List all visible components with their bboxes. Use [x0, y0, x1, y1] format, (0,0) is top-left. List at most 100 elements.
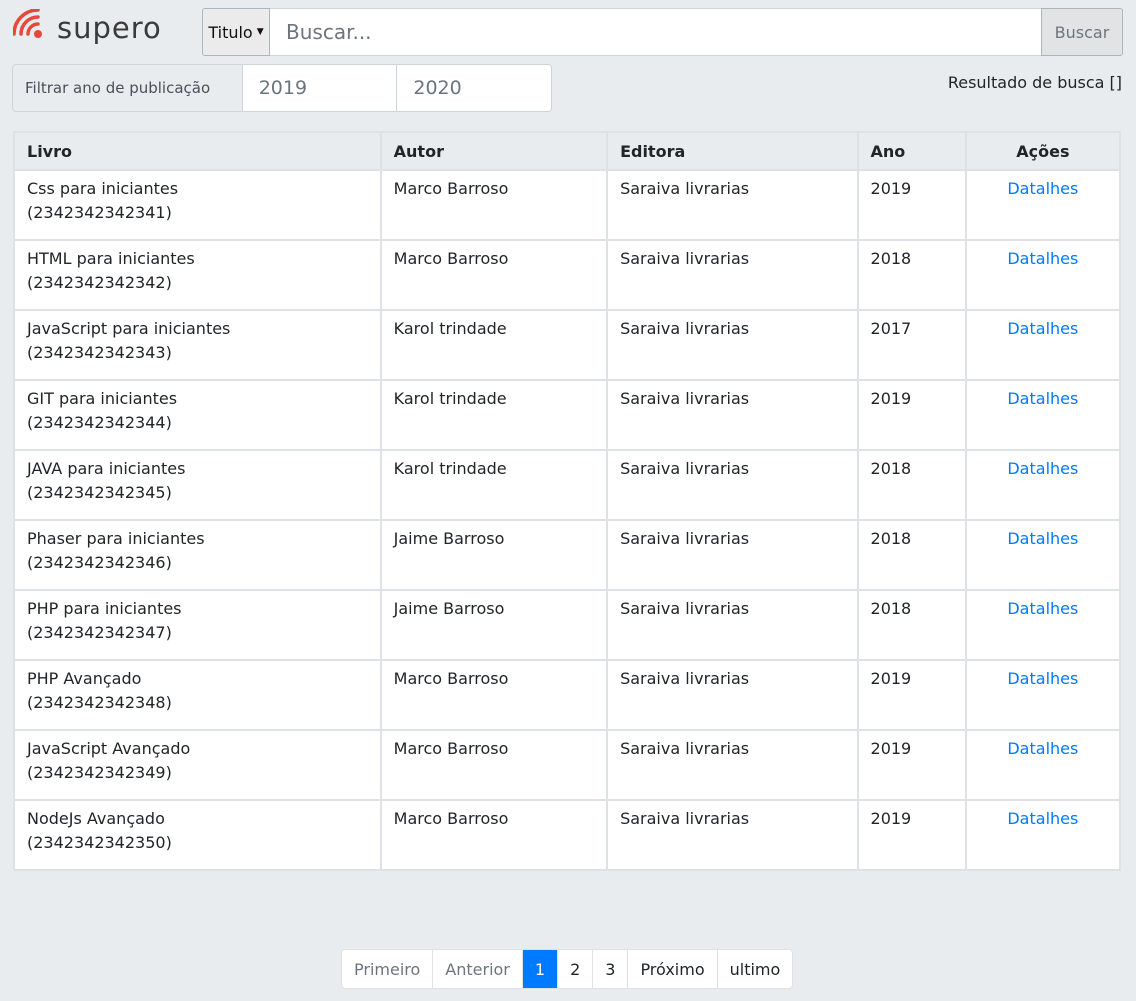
publisher-cell: Saraiva livrarias: [608, 381, 857, 449]
table-row: HTML para iniciantes (2342342342342) Marco…: [15, 241, 1119, 309]
details-link[interactable]: Datalhes: [1007, 809, 1078, 828]
caret-down-icon: ▼: [256, 27, 264, 37]
page-1[interactable]: 1: [521, 950, 558, 988]
book-cell: GIT para iniciantes (2342342342344): [15, 381, 380, 449]
page-previous[interactable]: Anterior: [432, 950, 522, 988]
actions-cell: Datalhes: [966, 381, 1119, 449]
page-last[interactable]: ultimo: [716, 950, 793, 988]
year-cell: 2019: [858, 661, 965, 729]
author-cell: Marco Barroso: [381, 801, 607, 869]
author-cell: Karol trindade: [381, 381, 607, 449]
year-filter-label: Filtrar ano de publicação: [13, 65, 243, 111]
year-cell: 2018: [858, 591, 965, 659]
book-isbn: (2342342342345): [27, 483, 172, 502]
actions-cell: Datalhes: [966, 171, 1119, 239]
book-isbn: (2342342342346): [27, 553, 172, 572]
details-link[interactable]: Datalhes: [1007, 459, 1078, 478]
table-row: Phaser para iniciantes (2342342342346) Jai…: [15, 521, 1119, 589]
publisher-cell: Saraiva livrarias: [608, 521, 857, 589]
books-table: Livro Autor Editora Ano Ações Css para i…: [13, 131, 1121, 871]
book-title: JavaScript para iniciantes: [27, 319, 231, 338]
pagination: Primeiro Anterior 1 2 3 Próximo ultimo: [341, 949, 794, 989]
table-row: PHP para iniciantes (2342342342347) Jaime …: [15, 591, 1119, 659]
details-link[interactable]: Datalhes: [1007, 319, 1078, 338]
details-link[interactable]: Datalhes: [1007, 599, 1078, 618]
author-cell: Karol trindade: [381, 451, 607, 519]
book-cell: Css para iniciantes (2342342342341): [15, 171, 380, 239]
publisher-cell: Saraiva livrarias: [608, 661, 857, 729]
search-field-select-label: Titulo: [208, 22, 253, 42]
page-first[interactable]: Primeiro: [342, 950, 432, 988]
details-link[interactable]: Datalhes: [1007, 249, 1078, 268]
logo-text: supero: [57, 11, 162, 45]
year-cell: 2019: [858, 731, 965, 799]
table-row: Css para iniciantes (2342342342341) Marco …: [15, 171, 1119, 239]
book-cell: HTML para iniciantes (2342342342342): [15, 241, 380, 309]
book-cell: PHP Avançado (2342342342348): [15, 661, 380, 729]
header-livro: Livro: [15, 133, 380, 169]
header-ano: Ano: [858, 133, 965, 169]
publisher-cell: Saraiva livrarias: [608, 241, 857, 309]
actions-cell: Datalhes: [966, 241, 1119, 309]
year-to-input[interactable]: 2020: [396, 65, 551, 111]
year-cell: 2019: [858, 171, 965, 239]
details-link[interactable]: Datalhes: [1007, 179, 1078, 198]
supero-logo[interactable]: supero: [13, 8, 162, 48]
search-field-select[interactable]: Titulo ▼: [202, 8, 270, 56]
book-isbn: (2342342342341): [27, 203, 172, 222]
book-isbn: (2342342342349): [27, 763, 172, 782]
year-cell: 2018: [858, 521, 965, 589]
year-from-input[interactable]: 2019: [242, 65, 397, 111]
search-input[interactable]: Buscar...: [270, 8, 1041, 56]
book-title: PHP Avançado: [27, 669, 142, 688]
publisher-cell: Saraiva livrarias: [608, 311, 857, 379]
search-button[interactable]: Buscar: [1041, 8, 1123, 56]
book-cell: NodeJs Avançado (2342342342350): [15, 801, 380, 869]
table-row: JavaScript Avançado (2342342342349) Marco …: [15, 731, 1119, 799]
page-2[interactable]: 2: [557, 950, 592, 988]
book-title: JAVA para iniciantes: [27, 459, 186, 478]
details-link[interactable]: Datalhes: [1007, 389, 1078, 408]
book-title: Css para iniciantes: [27, 179, 179, 198]
table-row: JavaScript para iniciantes (2342342342343…: [15, 311, 1119, 379]
author-cell: Marco Barroso: [381, 661, 607, 729]
table-header-row: Livro Autor Editora Ano Ações: [15, 133, 1119, 169]
publisher-cell: Saraiva livrarias: [608, 731, 857, 799]
table-body: Css para iniciantes (2342342342341) Marco …: [15, 171, 1119, 869]
author-cell: Marco Barroso: [381, 731, 607, 799]
header-autor: Autor: [381, 133, 607, 169]
book-isbn: (2342342342343): [27, 343, 172, 362]
book-cell: PHP para iniciantes (2342342342347): [15, 591, 380, 659]
author-cell: Marco Barroso: [381, 241, 607, 309]
details-link[interactable]: Datalhes: [1007, 739, 1078, 758]
author-cell: Jaime Barroso: [381, 521, 607, 589]
book-isbn: (2342342342344): [27, 413, 172, 432]
page-next[interactable]: Próximo: [627, 950, 716, 988]
book-cell: JavaScript para iniciantes (2342342342343…: [15, 311, 380, 379]
header-acoes: Ações: [966, 133, 1119, 169]
table-row: GIT para iniciantes (2342342342344) Karol …: [15, 381, 1119, 449]
details-link[interactable]: Datalhes: [1007, 529, 1078, 548]
header-editora: Editora: [608, 133, 857, 169]
actions-cell: Datalhes: [966, 311, 1119, 379]
year-filter: Filtrar ano de publicação 2019 2020: [12, 64, 552, 112]
table-row: NodeJs Avançado (2342342342350) Marco Barr…: [15, 801, 1119, 869]
year-cell: 2018: [858, 451, 965, 519]
signal-waves-icon: [13, 9, 42, 38]
publisher-cell: Saraiva livrarias: [608, 451, 857, 519]
actions-cell: Datalhes: [966, 731, 1119, 799]
book-isbn: (2342342342350): [27, 833, 172, 852]
book-isbn: (2342342342348): [27, 693, 172, 712]
details-link[interactable]: Datalhes: [1007, 669, 1078, 688]
author-cell: Karol trindade: [381, 311, 607, 379]
book-title: PHP para iniciantes: [27, 599, 182, 618]
book-isbn: (2342342342347): [27, 623, 172, 642]
page-3[interactable]: 3: [592, 950, 627, 988]
book-cell: JAVA para iniciantes (2342342342345): [15, 451, 380, 519]
year-cell: 2019: [858, 801, 965, 869]
table-row: PHP Avançado (2342342342348) Marco Barroso…: [15, 661, 1119, 729]
search-result-text: Resultado de busca []: [947, 73, 1122, 92]
books-table-container: Livro Autor Editora Ano Ações Css para i…: [13, 131, 1121, 871]
book-title: GIT para iniciantes: [27, 389, 178, 408]
publisher-cell: Saraiva livrarias: [608, 171, 857, 239]
